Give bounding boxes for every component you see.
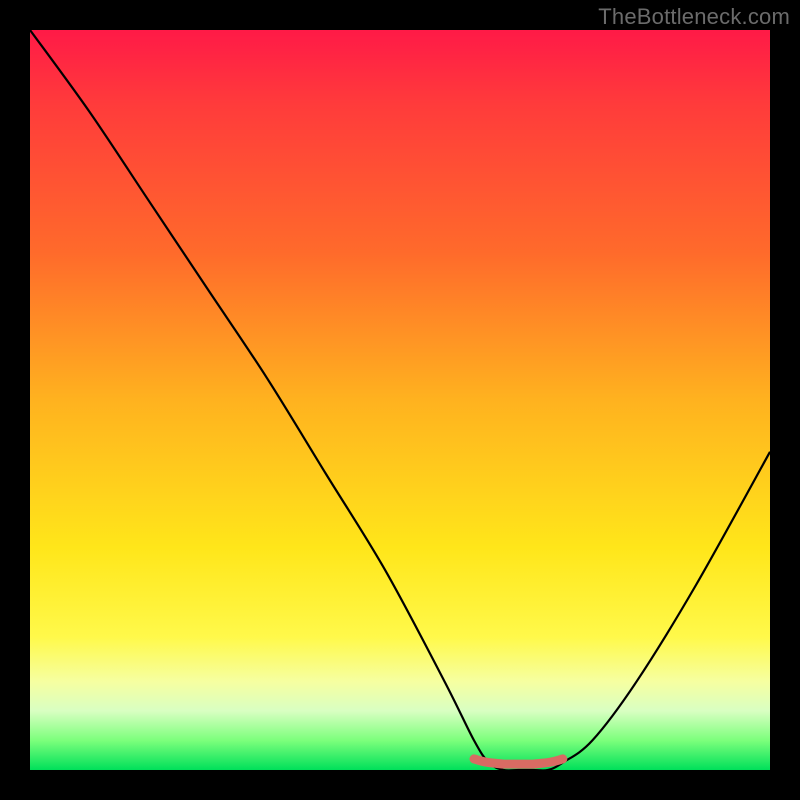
bottleneck-curve <box>30 30 770 770</box>
chart-svg <box>30 30 770 770</box>
chart-frame: TheBottleneck.com <box>0 0 800 800</box>
watermark-text: TheBottleneck.com <box>598 4 790 30</box>
plot-area <box>30 30 770 770</box>
optimal-marker <box>474 759 563 764</box>
